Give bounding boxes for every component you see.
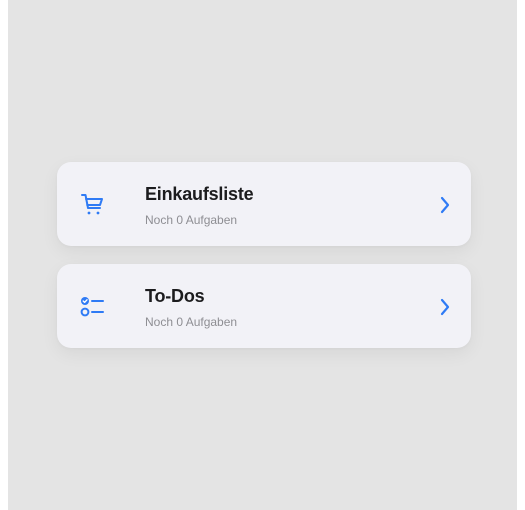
list-title: To-Dos [145, 286, 205, 306]
chevron-right-icon [439, 298, 451, 316]
list-overview: Einkaufsliste Noch 0 Aufgaben To-Dos Noc… [57, 162, 471, 366]
list-row-to-dos[interactable]: To-Dos Noch 0 Aufgaben [57, 264, 471, 348]
app-screen: Einkaufsliste Noch 0 Aufgaben To-Dos Noc… [8, 0, 517, 510]
list-task-count: Noch 0 Aufgaben [145, 315, 238, 329]
list-row-einkaufsliste[interactable]: Einkaufsliste Noch 0 Aufgaben [57, 162, 471, 246]
list-title: Einkaufsliste [145, 184, 254, 204]
checklist-icon [79, 293, 107, 321]
chevron-right-icon [439, 196, 451, 214]
list-task-count: Noch 0 Aufgaben [145, 213, 238, 227]
cart-icon [79, 191, 107, 219]
